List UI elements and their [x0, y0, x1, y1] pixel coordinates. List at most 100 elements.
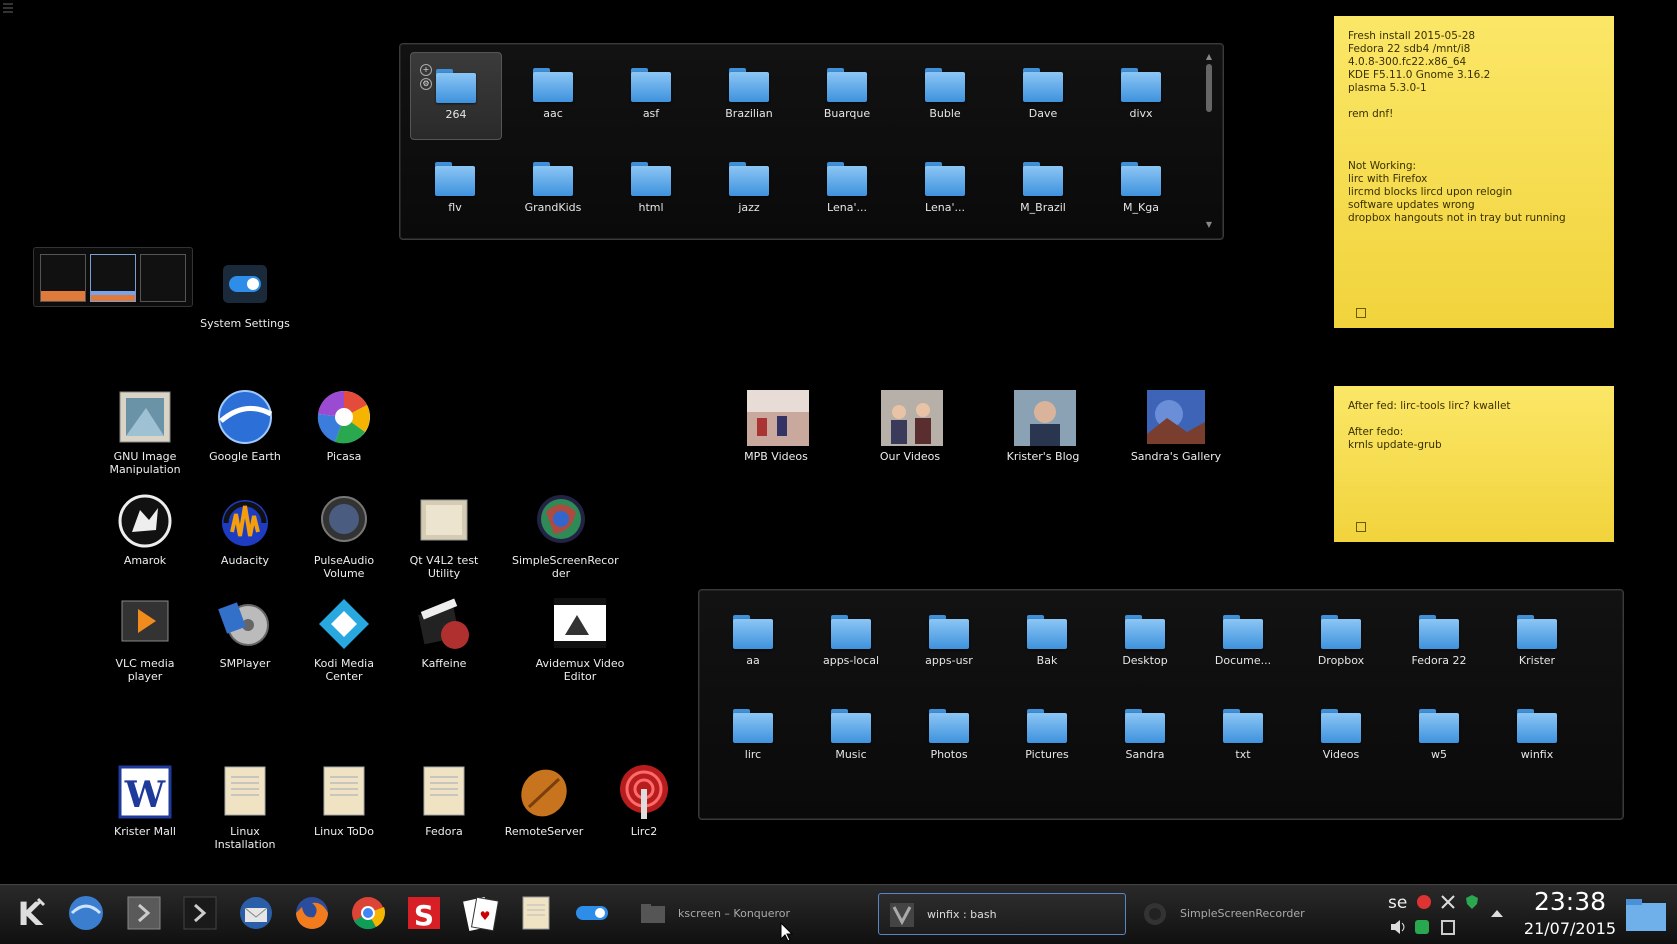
folder_panel_top-folder-item[interactable]: Buble: [900, 52, 990, 138]
text-editor-icon[interactable]: [516, 893, 556, 933]
folder_panel_top-folder-item[interactable]: M_Brazil: [998, 146, 1088, 232]
note-2-text[interactable]: After fed: lirc-tools lirc? kwallet Afte…: [1348, 400, 1600, 452]
kaffeine-icon[interactable]: Kaffeine: [398, 595, 490, 670]
softmaker-icon[interactable]: S: [404, 893, 444, 933]
scroll-up-arrow-icon[interactable]: ▲: [1204, 52, 1214, 62]
folder_panel_top-folder-item[interactable]: Buarque: [802, 52, 892, 138]
folder_panel_top-folder-item[interactable]: jazz: [704, 146, 794, 232]
folder_panel_top-folder-item[interactable]: flv: [410, 146, 500, 232]
solitaire-cards-icon[interactable]: ♥: [460, 893, 500, 933]
terminal-2-icon[interactable]: [180, 893, 220, 933]
thunderbird-icon[interactable]: [236, 893, 276, 933]
smplayer-icon[interactable]: SMPlayer: [199, 595, 291, 670]
kde-launcher-icon[interactable]: K: [10, 893, 50, 933]
folder_panel_bottom-folder-item[interactable]: Docume...: [1198, 599, 1288, 685]
google-earth-icon[interactable]: Google Earth: [199, 388, 291, 463]
terminal-icon[interactable]: [124, 893, 164, 933]
folder_panel_top-folder-item[interactable]: Dave: [998, 52, 1088, 138]
audacity-icon[interactable]: Audacity: [199, 492, 291, 567]
virtual-desktop-pager[interactable]: [33, 247, 193, 307]
picasa-icon[interactable]: Picasa: [298, 388, 390, 463]
keyboard-layout-indicator[interactable]: se: [1388, 893, 1407, 913]
tools-icon[interactable]: [1440, 894, 1456, 910]
folder_panel_top-folder-item[interactable]: aac: [508, 52, 598, 138]
scroll-down-arrow-icon[interactable]: ▼: [1204, 220, 1214, 230]
folder_panel_bottom-folder-item[interactable]: Fedora 22: [1394, 599, 1484, 685]
simplescreenrecorder-icon[interactable]: SimpleScreenRecor der: [512, 492, 619, 580]
folder_panel_bottom-folder-item[interactable]: Videos: [1296, 693, 1386, 779]
krister-mall-icon[interactable]: W Krister Mall: [99, 763, 191, 838]
linux-todo-icon[interactable]: Linux ToDo: [298, 763, 390, 838]
vlc-icon[interactable]: VLC media player: [99, 595, 191, 683]
folder_panel_top-folder-item[interactable]: M_Kga: [1096, 146, 1186, 232]
qt-v4l2-icon[interactable]: Qt V4L2 test Utility: [398, 492, 490, 580]
show-desktop-icon[interactable]: [1626, 897, 1666, 931]
desktop-3[interactable]: [140, 254, 186, 302]
linux-installation-icon[interactable]: Linux Installation: [199, 763, 291, 851]
sticky-note-1[interactable]: Fresh install 2015-05-28 Fedora 22 sdb4 …: [1334, 16, 1614, 328]
folder_panel_bottom-folder-item[interactable]: Bak: [1002, 599, 1092, 685]
folder_panel_bottom-folder-item[interactable]: Music: [806, 693, 896, 779]
firefox-icon[interactable]: [292, 893, 332, 933]
volume-icon[interactable]: [1390, 919, 1408, 935]
our-videos-icon[interactable]: Our Videos: [864, 388, 956, 463]
folder_panel_bottom-folder-item[interactable]: lirc: [708, 693, 798, 779]
clock-time[interactable]: 23:38: [1515, 887, 1625, 916]
folder_panel_bottom-folder-item[interactable]: Pictures: [1002, 693, 1092, 779]
task-konqueror[interactable]: kscreen – Konqueror: [630, 893, 870, 935]
security-shield-icon[interactable]: [1464, 894, 1480, 910]
scroll-thumb[interactable]: [1206, 64, 1212, 112]
lirc2-icon[interactable]: Lirc2: [598, 763, 690, 838]
folder_panel_bottom-folder-item[interactable]: aa: [708, 599, 798, 685]
note-settings-icon[interactable]: [1356, 308, 1366, 318]
folder_panel_top-folder-item[interactable]: divx: [1096, 52, 1186, 138]
folder_panel_bottom-folder-item[interactable]: apps-local: [806, 599, 896, 685]
desktop-1[interactable]: [40, 254, 86, 302]
folder_panel_bottom-folder-item[interactable]: w5: [1394, 693, 1484, 779]
folder_panel_bottom-folder-item[interactable]: apps-usr: [904, 599, 994, 685]
update-green-icon[interactable]: [1414, 919, 1430, 935]
add-icon[interactable]: +: [420, 64, 432, 76]
folder_panel_bottom-folder-item[interactable]: winfix: [1492, 693, 1582, 779]
folder_panel_bottom-folder-item[interactable]: txt: [1198, 693, 1288, 779]
folder_panel_bottom-folder-item[interactable]: Dropbox: [1296, 599, 1386, 685]
folder_panel_bottom-folder-item[interactable]: Sandra: [1100, 693, 1190, 779]
note-1-text[interactable]: Fresh install 2015-05-28 Fedora 22 sdb4 …: [1348, 30, 1600, 225]
remoteserver-icon[interactable]: RemoteServer: [498, 763, 590, 838]
folder_panel_bottom-folder-item[interactable]: Photos: [904, 693, 994, 779]
sandras-gallery-icon[interactable]: Sandra's Gallery: [1130, 388, 1222, 463]
notification-red-icon[interactable]: [1416, 894, 1432, 910]
folder_panel_top-folder-item[interactable]: asf: [606, 52, 696, 138]
folder_panel_top-folder-item[interactable]: Lena'...: [802, 146, 892, 232]
expand-tray-arrow-icon[interactable]: [1490, 907, 1504, 919]
sticky-note-2[interactable]: After fed: lirc-tools lirc? kwallet Afte…: [1334, 386, 1614, 542]
folder-label: aac: [543, 107, 563, 120]
settings-toggle-icon[interactable]: [572, 893, 612, 933]
chrome-icon[interactable]: [348, 893, 388, 933]
folder_panel_bottom-folder-item[interactable]: Desktop: [1100, 599, 1190, 685]
pulseaudio-icon[interactable]: PulseAudio Volume: [298, 492, 390, 580]
gimp-icon[interactable]: GNU Image Manipulation: [99, 388, 191, 476]
clipboard-icon[interactable]: [1440, 919, 1456, 935]
system-settings-icon[interactable]: System Settings: [199, 255, 291, 330]
kodi-icon[interactable]: Kodi Media Center: [298, 595, 390, 683]
desktop-2[interactable]: [90, 254, 136, 302]
note-settings-icon[interactable]: [1356, 522, 1366, 532]
scrollbar[interactable]: ▲ ▼: [1204, 52, 1214, 232]
folder_panel_top-folder-item[interactable]: GrandKids: [508, 146, 598, 232]
menu-icon[interactable]: [3, 3, 13, 13]
mpb-videos-icon[interactable]: MPB Videos: [730, 388, 822, 463]
folder_panel_bottom-folder-item[interactable]: Krister: [1492, 599, 1582, 685]
fedora-doc-icon[interactable]: Fedora: [398, 763, 490, 838]
clock-date[interactable]: 21/07/2015: [1510, 919, 1630, 938]
folder_panel_top-folder-item[interactable]: Brazilian: [704, 52, 794, 138]
task-simplescreenrecorder[interactable]: SimpleScreenRecorder: [1132, 893, 1372, 935]
avidemux-icon[interactable]: Avidemux Video Editor: [531, 595, 629, 683]
folder_panel_top-folder-item[interactable]: Lena'...: [900, 146, 990, 232]
task-bash[interactable]: winfix : bash: [878, 893, 1126, 935]
kristers-blog-icon[interactable]: Krister's Blog: [997, 388, 1089, 463]
settings-icon[interactable]: ⚙: [420, 78, 432, 90]
amarok-icon[interactable]: Amarok: [99, 492, 191, 567]
browser-globe-icon[interactable]: [66, 893, 106, 933]
folder_panel_top-folder-item[interactable]: html: [606, 146, 696, 232]
